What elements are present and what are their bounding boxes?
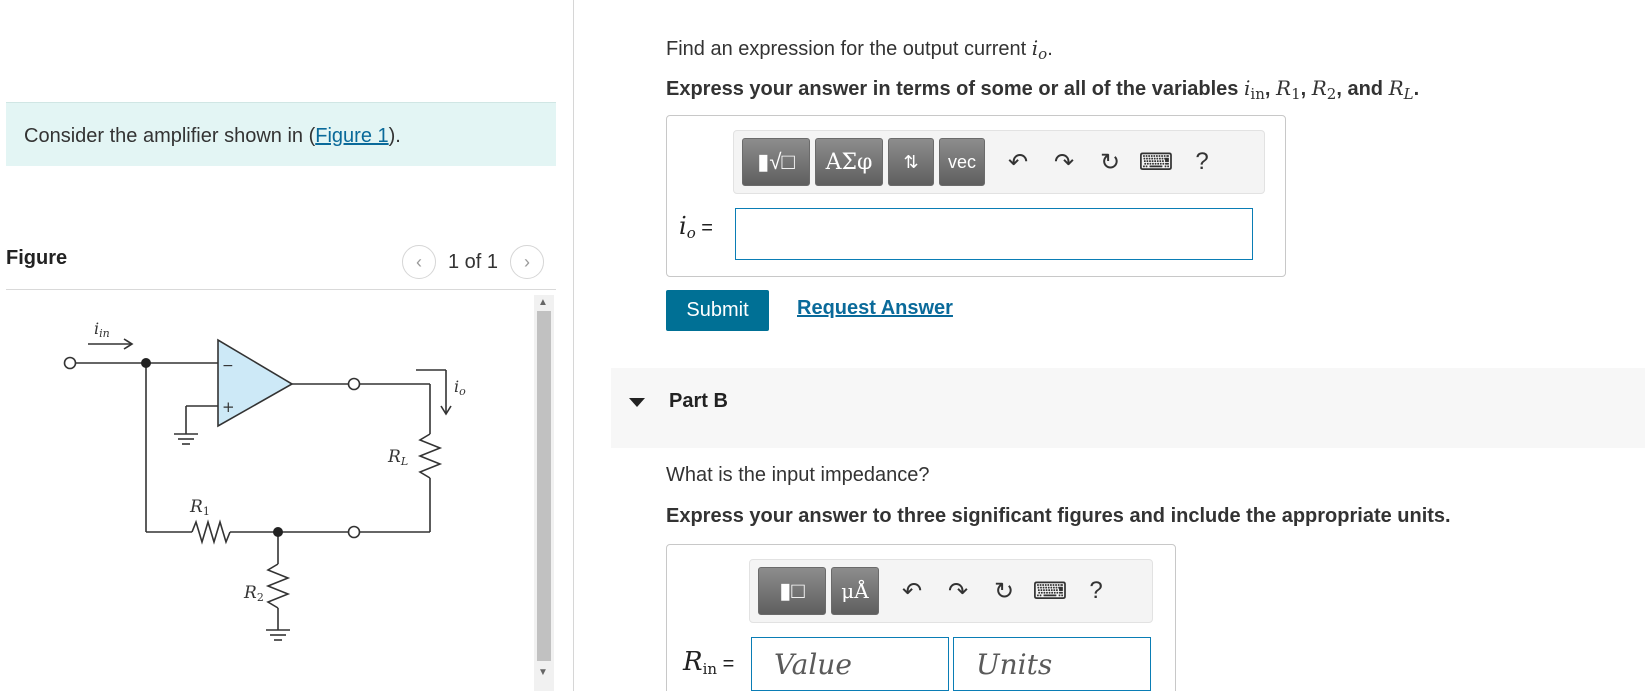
amplifier-circuit-diagram: − + iin io R1 R2 RL bbox=[63, 319, 466, 641]
figure-page-count: 1 of 1 bbox=[448, 250, 499, 273]
templates-button[interactable]: ▮√□ bbox=[742, 138, 810, 186]
keyboard-icon[interactable]: ⌨ bbox=[1032, 571, 1068, 611]
problem-intro-box: Consider the amplifier shown in (Figure … bbox=[6, 102, 556, 166]
request-answer-link[interactable]: Request Answer bbox=[797, 297, 953, 320]
units-input[interactable]: Units bbox=[953, 637, 1151, 691]
part-b-question: What is the input impedance? bbox=[666, 464, 930, 486]
help-icon[interactable]: ? bbox=[1184, 142, 1220, 182]
chevron-left-icon[interactable]: ‹ bbox=[402, 245, 436, 279]
submit-button[interactable]: Submit bbox=[666, 290, 769, 331]
problem-intro-text: Consider the amplifier shown in (Figure … bbox=[24, 125, 401, 147]
undo-icon[interactable]: ↶ bbox=[1000, 142, 1036, 182]
figure-heading: Figure bbox=[6, 247, 68, 269]
greek-symbols-button[interactable]: ΑΣφ bbox=[815, 138, 883, 186]
vector-button[interactable]: vec bbox=[939, 138, 985, 186]
part-a-answer-box: ▮√□ ΑΣφ ⇅ vec ↶ ↷ ↻ ⌨ ? io = bbox=[666, 115, 1286, 277]
part-a-math-toolbar: ▮√□ ΑΣφ ⇅ vec ↶ ↷ ↻ ⌨ ? bbox=[733, 130, 1265, 194]
help-icon[interactable]: ? bbox=[1078, 571, 1114, 611]
part-a-question-var: io bbox=[1031, 36, 1048, 63]
part-a-instruction: Express your answer in terms of some or … bbox=[666, 76, 1420, 103]
caret-down-icon[interactable] bbox=[629, 398, 645, 407]
arrows-button[interactable]: ⇅ bbox=[888, 138, 934, 186]
input-junction-dot bbox=[141, 358, 151, 368]
part-a-answer-input[interactable] bbox=[735, 208, 1253, 260]
value-input[interactable]: Value bbox=[751, 637, 949, 691]
r2-label: R2 bbox=[243, 583, 264, 604]
part-a-question: Find an expression for the output curren… bbox=[666, 36, 1053, 63]
scroll-up-arrow-icon[interactable]: ▲ bbox=[538, 297, 548, 308]
part-b-header[interactable]: Part B bbox=[611, 368, 1645, 448]
keyboard-icon[interactable]: ⌨ bbox=[1138, 142, 1174, 182]
figure-divider bbox=[6, 289, 556, 290]
io-label: io bbox=[454, 377, 466, 398]
part-b-answer-box: ▮□ μÅ ↶ ↷ ↻ ⌨ ? Rin = Value Units bbox=[666, 544, 1176, 691]
templates-button[interactable]: ▮□ bbox=[758, 567, 826, 615]
chevron-right-icon[interactable]: › bbox=[510, 245, 545, 279]
figure-pager: ‹ 1 of 1 › bbox=[402, 244, 545, 280]
part-a-answer-label: io = bbox=[679, 212, 713, 242]
redo-icon[interactable]: ↷ bbox=[1046, 142, 1082, 182]
r1-label: R1 bbox=[189, 497, 210, 518]
op-amp-plus-label: + bbox=[222, 398, 235, 416]
units-button[interactable]: μÅ bbox=[831, 567, 879, 615]
reset-icon[interactable]: ↻ bbox=[986, 571, 1022, 611]
undo-icon[interactable]: ↶ bbox=[894, 571, 930, 611]
figure-link[interactable]: Figure 1 bbox=[315, 125, 388, 147]
iin-label: iin bbox=[94, 319, 110, 340]
op-amp-minus-label: − bbox=[222, 358, 234, 374]
left-column: Consider the amplifier shown in (Figure … bbox=[0, 0, 574, 691]
redo-icon[interactable]: ↷ bbox=[940, 571, 976, 611]
scroll-thumb[interactable] bbox=[537, 311, 551, 661]
part-b-instruction: Express your answer to three significant… bbox=[666, 505, 1451, 527]
scroll-down-arrow-icon[interactable]: ▼ bbox=[538, 667, 548, 678]
figure-scrollbar[interactable]: ▲ ▼ bbox=[534, 295, 554, 691]
part-b-title: Part B bbox=[669, 390, 728, 412]
r2-junction-dot bbox=[273, 527, 283, 537]
part-b-answer-label: Rin = bbox=[683, 647, 735, 678]
rl-label: RL bbox=[387, 447, 408, 468]
part-b-math-toolbar: ▮□ μÅ ↶ ↷ ↻ ⌨ ? bbox=[749, 559, 1153, 623]
reset-icon[interactable]: ↻ bbox=[1092, 142, 1128, 182]
